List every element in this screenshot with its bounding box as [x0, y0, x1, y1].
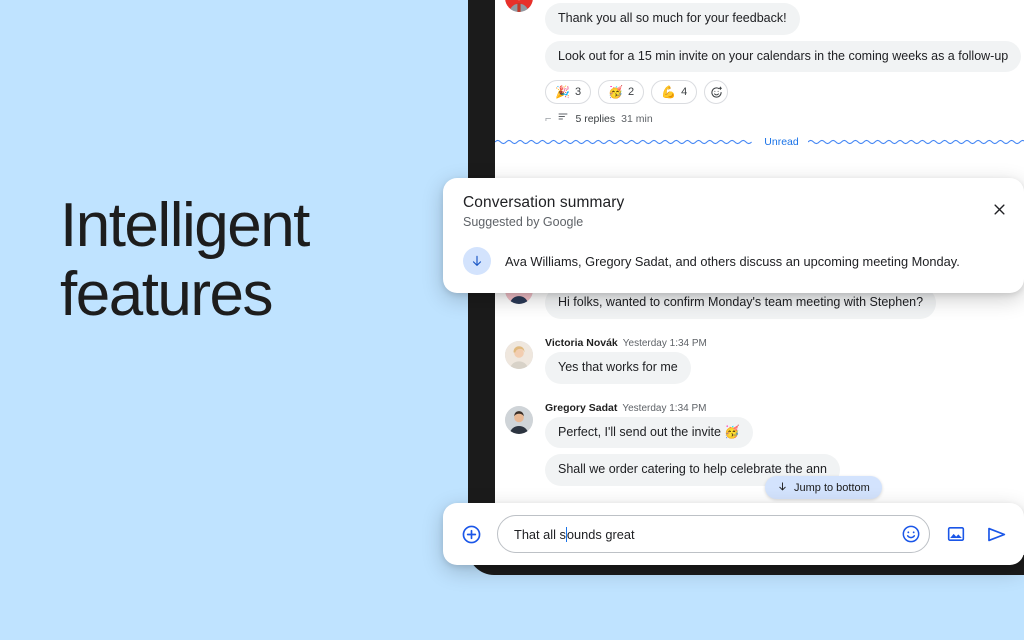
- reaction-count: 2: [628, 86, 635, 99]
- message-composer: That all sounds great: [443, 503, 1024, 565]
- message-bubble[interactable]: Look out for a 15 min invite on your cal…: [545, 40, 1022, 73]
- summary-body-row: Ava Williams, Gregory Sadat, and others …: [463, 247, 1004, 275]
- jump-to-bottom-label: Jump to bottom: [794, 481, 870, 494]
- message-time: Yesterday 1:34 PM: [622, 337, 707, 349]
- reaction-chip[interactable]: 🥳 2: [598, 80, 645, 105]
- message-bubble[interactable]: Thank you all so much for your feedback!: [545, 3, 800, 35]
- message-meta: Gregory Sadat Yesterday 1:34 PM: [545, 402, 1024, 414]
- message-body: Victoria Novák Yesterday 1:34 PM Yes that…: [545, 337, 1024, 390]
- message-bubble[interactable]: Yes that works for me: [545, 351, 691, 384]
- close-icon[interactable]: [988, 198, 1010, 220]
- thread-duration: 31 min: [621, 112, 653, 125]
- message-body: Chloe TanTue 1:18 PM Thank you all so mu…: [545, 0, 1024, 126]
- plus-circle-icon[interactable]: [459, 522, 483, 546]
- message-input-value-before-caret: That all s: [514, 526, 566, 542]
- reaction-count: 4: [681, 86, 688, 99]
- image-icon[interactable]: [944, 522, 968, 546]
- reaction-count: 3: [574, 86, 582, 99]
- message-group: Chloe TanTue 1:18 PM Thank you all so mu…: [495, 0, 1024, 126]
- summary-title: Conversation summary: [463, 194, 625, 211]
- send-icon[interactable]: [984, 522, 1008, 546]
- page-title: Intelligent features: [60, 190, 310, 329]
- thread-reply-count: 5 replies: [575, 112, 616, 125]
- message-input-text[interactable]: That all sounds great: [514, 526, 899, 542]
- message-meta: Victoria Novák Yesterday 1:34 PM: [545, 337, 1024, 349]
- thread-hook-icon: ⌐: [545, 112, 552, 125]
- unread-wave-right: [807, 138, 1024, 146]
- composer-actions: [944, 522, 1008, 546]
- reaction-chip[interactable]: 💪 4: [651, 80, 698, 105]
- unread-divider: Unread: [495, 126, 1024, 154]
- jump-to-bottom-button[interactable]: Jump to bottom: [765, 476, 882, 499]
- message-input-value-after-caret: ounds great: [566, 526, 635, 542]
- message-author: Victoria Novák: [545, 336, 618, 349]
- avatar[interactable]: [505, 340, 533, 369]
- reaction-chip[interactable]: 🎉 3: [545, 80, 592, 105]
- summary-subtitle: Suggested by Google: [463, 215, 584, 229]
- avatar[interactable]: [505, 0, 533, 12]
- arrow-down-icon[interactable]: [463, 247, 491, 275]
- message-input[interactable]: That all sounds great: [497, 515, 930, 553]
- unread-wave-left: [495, 138, 755, 146]
- summary-body-text: Ava Williams, Gregory Sadat, and others …: [505, 253, 960, 269]
- party-popper-emoji: 🎉: [555, 85, 570, 100]
- avatar[interactable]: [505, 405, 533, 434]
- message-bubble[interactable]: Perfect, I'll send out the invite 🥳: [545, 416, 753, 449]
- unread-label: Unread: [764, 136, 799, 149]
- flexed-biceps-emoji: 💪: [661, 85, 677, 100]
- thread-icon: [557, 111, 569, 126]
- thread-summary[interactable]: ⌐ 5 replies 31 min: [545, 111, 1024, 126]
- add-reaction-icon[interactable]: [704, 80, 729, 105]
- message-time: Yesterday 1:34 PM: [622, 402, 707, 414]
- arrow-down-icon: [777, 481, 788, 495]
- promo-panel: Intelligent features: [0, 0, 470, 640]
- message-group: Gregory Sadat Yesterday 1:34 PM Perfect, …: [495, 402, 1024, 492]
- reaction-bar: 🎉 3 🥳 2 💪 4: [545, 80, 1024, 105]
- message-group: Victoria Novák Yesterday 1:34 PM Yes that…: [495, 337, 1024, 390]
- emoji-icon[interactable]: [899, 522, 923, 546]
- message-author: Gregory Sadat: [545, 401, 618, 414]
- partying-face-emoji: 🥳: [608, 85, 624, 100]
- conversation-summary-card: Conversation summary Suggested by Google…: [443, 178, 1024, 293]
